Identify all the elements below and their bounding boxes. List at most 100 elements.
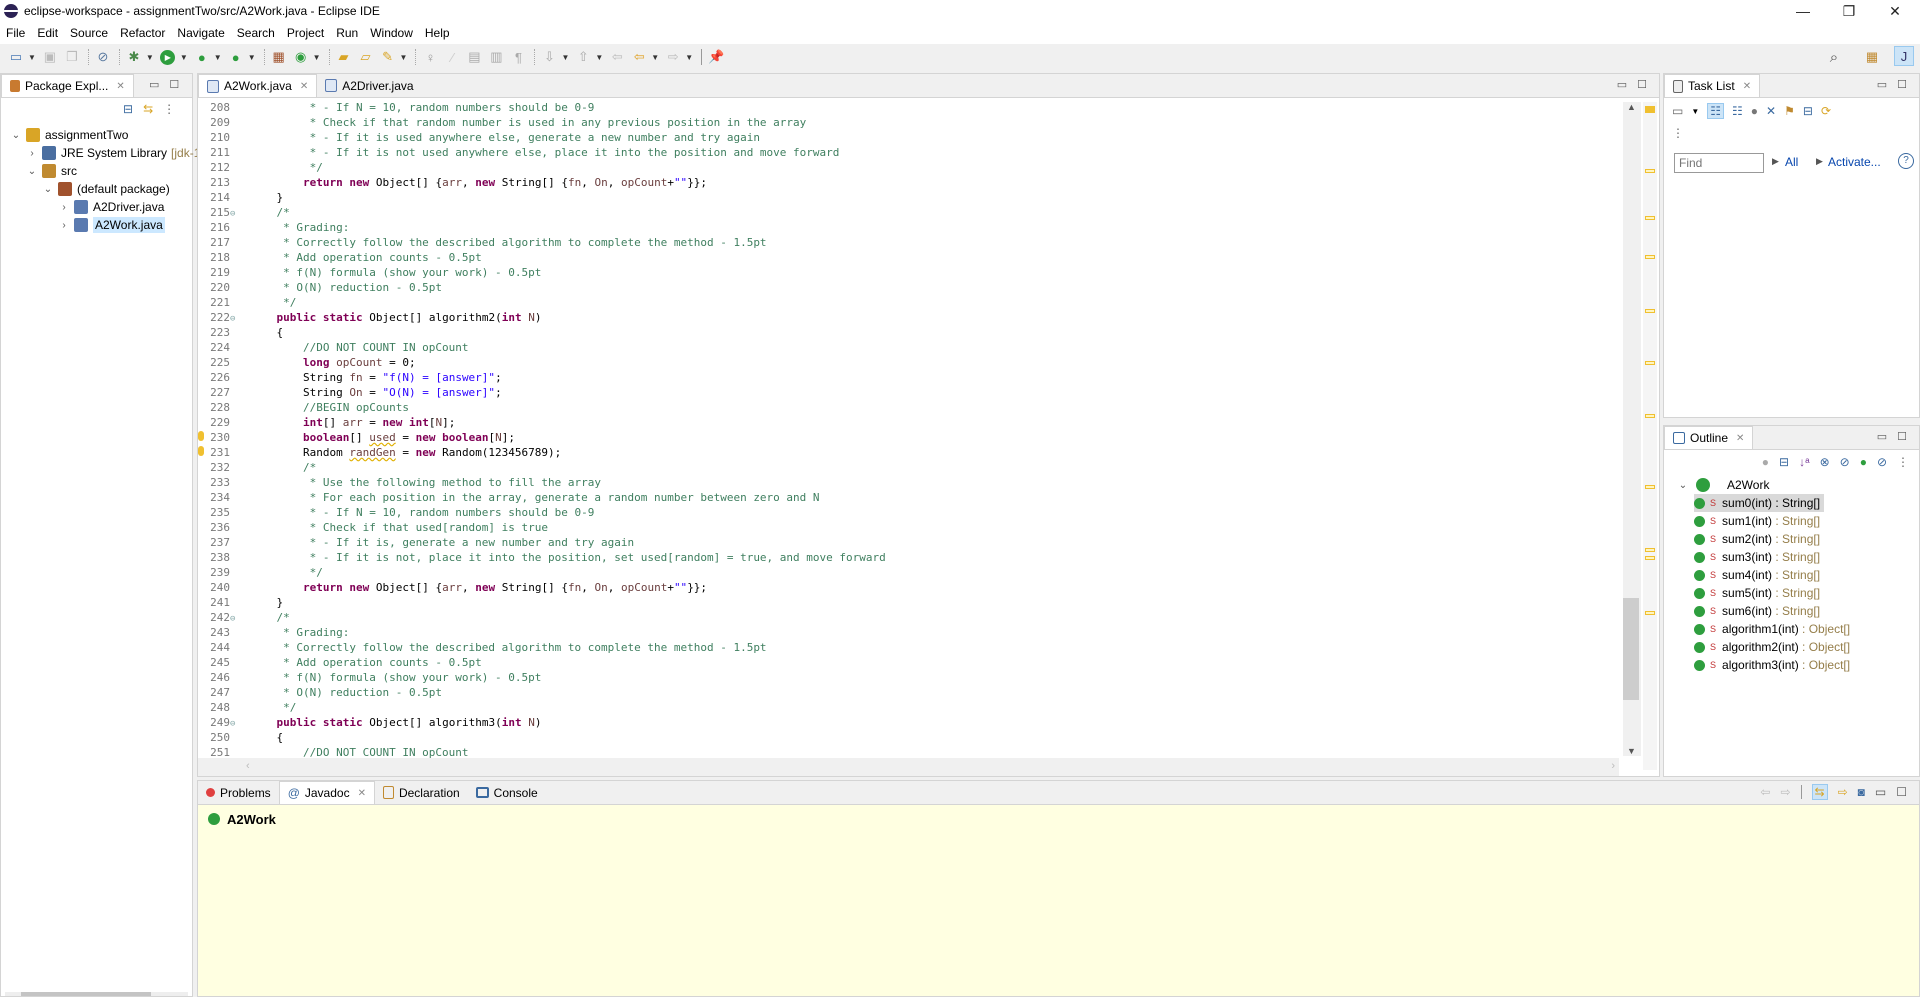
chevron-down-icon[interactable]: ⌄: [9, 130, 23, 141]
back-icon[interactable]: ⇦: [629, 47, 649, 67]
warning-marker[interactable]: [1645, 548, 1655, 552]
outline-item[interactable]: Ssum4(int) : String[]: [1694, 566, 1820, 584]
warning-marker[interactable]: [1645, 556, 1655, 560]
maximize-icon[interactable]: ☐: [1897, 78, 1907, 91]
code-line[interactable]: 231 Random randGen = new Random(12345678…: [198, 445, 561, 460]
warning-marker[interactable]: [1645, 309, 1655, 313]
forward-icon[interactable]: ⇨: [663, 47, 683, 67]
view-menu-icon[interactable]: ⋮: [1672, 126, 1684, 140]
code-line[interactable]: 226 String fn = "f(N) = [answer]";: [198, 370, 502, 385]
warning-marker[interactable]: [1645, 414, 1655, 418]
code-editor[interactable]: 208 * - If N = 10, random numbers should…: [198, 98, 1619, 758]
debug-icon[interactable]: ✱: [124, 47, 144, 67]
horizontal-scrollbar[interactable]: [5, 992, 188, 996]
coverage-icon[interactable]: ●: [192, 47, 212, 67]
maximize-icon[interactable]: ☐: [1637, 78, 1647, 91]
sort-icon[interactable]: ↓ᵃ: [1799, 455, 1809, 469]
next-annotation-dropdown-icon[interactable]: ▼: [561, 53, 569, 62]
minimize-icon[interactable]: ▭: [1877, 430, 1887, 443]
debug-dropdown-icon[interactable]: ▼: [146, 53, 154, 62]
menu-file[interactable]: File: [6, 26, 25, 40]
hide-non-public-icon[interactable]: ●: [1860, 455, 1867, 469]
skip-breakpoints-icon[interactable]: ⊘: [93, 47, 113, 67]
collapse-all-icon[interactable]: ⊟: [123, 102, 133, 116]
tree-item[interactable]: ⌄ assignmentTwo: [9, 126, 128, 144]
code-line[interactable]: 242⊖ /*: [198, 610, 290, 625]
open-browser-icon[interactable]: ◙: [1858, 785, 1865, 799]
pin-editor-icon[interactable]: 📌: [706, 47, 726, 67]
menu-edit[interactable]: Edit: [37, 26, 58, 40]
categorized-icon[interactable]: ☷: [1707, 103, 1725, 119]
code-line[interactable]: 223 {: [198, 325, 283, 340]
code-line[interactable]: 214 }: [198, 190, 283, 205]
search-tool-dropdown-icon[interactable]: ▼: [400, 53, 408, 62]
code-line[interactable]: 212 */: [198, 160, 323, 175]
focus-workweek-icon[interactable]: ●: [1751, 104, 1758, 118]
code-line[interactable]: 240 return new Object[] {arr, new String…: [198, 580, 707, 595]
close-icon[interactable]: ✕: [358, 788, 366, 799]
run-dropdown-icon[interactable]: ▼: [180, 53, 188, 62]
code-line[interactable]: 209 * Check if that random number is use…: [198, 115, 806, 130]
find-input[interactable]: [1674, 153, 1764, 173]
java-perspective-icon[interactable]: J: [1894, 46, 1914, 66]
warning-marker[interactable]: [1645, 485, 1655, 489]
outline-item[interactable]: Salgorithm1(int) : Object[]: [1694, 620, 1850, 638]
overview-ruler[interactable]: [1643, 102, 1657, 770]
scheduled-icon[interactable]: ☷: [1732, 104, 1743, 118]
hide-static-icon[interactable]: ⊘: [1840, 455, 1850, 469]
warning-marker[interactable]: [1645, 611, 1655, 615]
activate-link[interactable]: Activate...: [1828, 155, 1881, 169]
toggle-breadcrumb-icon[interactable]: ⁄: [442, 47, 462, 67]
external-tools-icon[interactable]: ●: [226, 47, 246, 67]
code-line[interactable]: 249⊖ public static Object[] algorithm3(i…: [198, 715, 541, 730]
menu-help[interactable]: Help: [425, 26, 450, 40]
external-tools-dropdown-icon[interactable]: ▼: [248, 53, 256, 62]
code-line[interactable]: 238 * - If it is not, place it into the …: [198, 550, 886, 565]
code-line[interactable]: 225 long opCount = 0;: [198, 355, 415, 370]
maximize-icon[interactable]: ☐: [169, 78, 179, 91]
close-button[interactable]: ✕: [1872, 0, 1918, 22]
tree-item[interactable]: › A2Driver.java: [57, 198, 164, 216]
new-package-icon[interactable]: ▦: [269, 47, 289, 67]
code-line[interactable]: 236 * Check if that used[random] is true: [198, 520, 548, 535]
next-annotation-icon[interactable]: ⇩: [539, 47, 559, 67]
code-line[interactable]: 246 * f(N) formula (show your work) - 0.…: [198, 670, 541, 685]
new-task-dropdown-icon[interactable]: ▼: [1691, 107, 1699, 116]
code-line[interactable]: 224 //DO NOT COUNT IN opCount: [198, 340, 468, 355]
tab-package-explorer[interactable]: Package Expl... ✕: [1, 74, 134, 97]
code-line[interactable]: 218 * Add operation counts - 0.5pt: [198, 250, 482, 265]
code-line[interactable]: 217 * Correctly follow the described alg…: [198, 235, 766, 250]
code-line[interactable]: 228 //BEGIN opCounts: [198, 400, 409, 415]
code-line[interactable]: 234 * For each position in the array, ge…: [198, 490, 819, 505]
tab-declaration[interactable]: Declaration: [375, 781, 468, 804]
collapse-all-icon[interactable]: ⊟: [1779, 455, 1789, 469]
code-line[interactable]: 248 */: [198, 700, 296, 715]
code-line[interactable]: 235 * - If N = 10, random numbers should…: [198, 505, 594, 520]
new-class-icon[interactable]: ◉: [291, 47, 311, 67]
view-menu-icon[interactable]: ⋮: [163, 102, 175, 116]
hide-completed-icon[interactable]: ✕: [1766, 104, 1776, 118]
menu-navigate[interactable]: Navigate: [177, 26, 224, 40]
close-icon[interactable]: ✕: [116, 81, 124, 92]
back-dropdown-icon[interactable]: ▼: [651, 53, 659, 62]
view-menu-icon[interactable]: ⋮: [1897, 455, 1909, 469]
open-declaration-icon[interactable]: ⇨: [1838, 785, 1848, 799]
search-tool-icon[interactable]: ✎: [378, 47, 398, 67]
code-line[interactable]: 232 /*: [198, 460, 316, 475]
outline-item[interactable]: Ssum2(int) : String[]: [1694, 530, 1820, 548]
menu-refactor[interactable]: Refactor: [120, 26, 165, 40]
tab-a2driver[interactable]: A2Driver.java: [317, 74, 421, 97]
tab-problems[interactable]: Problems: [198, 781, 279, 804]
link-with-selection-icon[interactable]: ⇆: [1811, 784, 1828, 800]
code-line[interactable]: 245 * Add operation counts - 0.5pt: [198, 655, 482, 670]
new-dropdown-icon[interactable]: ▼: [28, 53, 36, 62]
block-selection-icon[interactable]: ▤: [464, 47, 484, 67]
code-line[interactable]: 211 * - If it is not used anywhere else,…: [198, 145, 839, 160]
minimize-icon[interactable]: ▭: [1617, 78, 1627, 91]
menu-project[interactable]: Project: [287, 26, 324, 40]
show-whitespace-icon[interactable]: ¶: [508, 47, 528, 67]
focus-on-task-icon[interactable]: ●: [1762, 455, 1769, 469]
code-line[interactable]: 208 * - If N = 10, random numbers should…: [198, 100, 594, 115]
outline-item[interactable]: Ssum0(int) : String[]: [1694, 494, 1825, 512]
hide-fields-icon[interactable]: ⊗: [1820, 455, 1830, 469]
